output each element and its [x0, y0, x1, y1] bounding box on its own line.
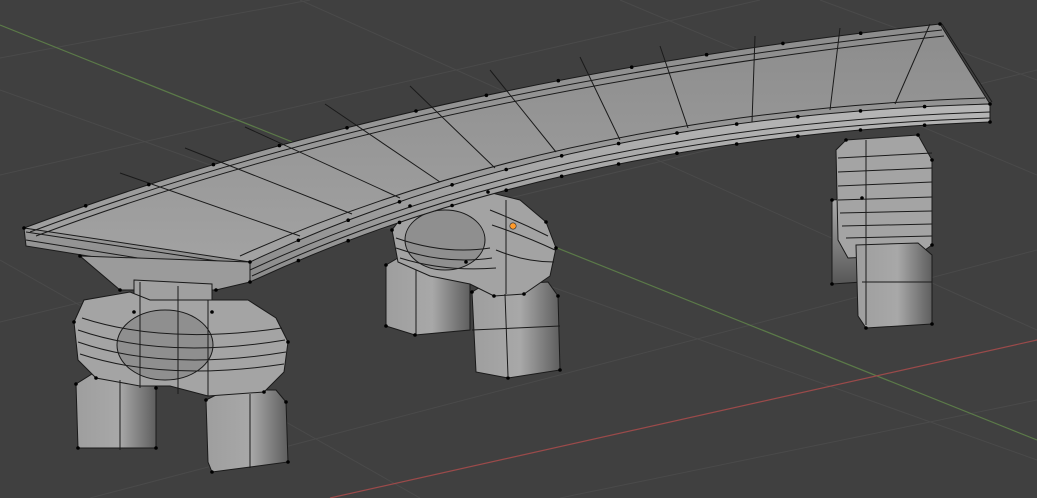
mesh-vertex[interactable] [830, 282, 834, 286]
mesh-vertex[interactable] [72, 320, 76, 324]
mesh-vertex[interactable] [734, 122, 739, 126]
mesh-vertex[interactable] [504, 188, 509, 192]
mesh-vertex[interactable] [132, 310, 136, 314]
mesh-vertex[interactable] [616, 141, 621, 146]
mesh-vertex[interactable] [211, 162, 216, 167]
mesh-vertex[interactable] [154, 386, 158, 390]
mesh-vertex[interactable] [397, 200, 402, 204]
mesh-vertex[interactable] [204, 398, 208, 402]
mesh-vertex[interactable] [930, 243, 934, 247]
mesh-vertex[interactable] [796, 134, 800, 138]
mesh-vertex[interactable] [83, 204, 88, 208]
mesh-vertex[interactable] [346, 218, 351, 222]
mesh-vertex[interactable] [413, 333, 417, 337]
mesh-vertex[interactable] [94, 376, 98, 380]
mesh-vertex[interactable] [147, 182, 151, 187]
mesh-vertex[interactable] [930, 158, 934, 162]
mesh-vertex[interactable] [781, 41, 785, 46]
left-leg[interactable] [73, 255, 289, 473]
mesh-vertex[interactable] [484, 93, 489, 98]
mesh-vertex[interactable] [830, 198, 834, 202]
mesh-vertex[interactable] [864, 326, 868, 330]
mesh-vertex[interactable] [734, 142, 739, 146]
mesh-vertex[interactable] [629, 65, 634, 69]
mesh-vertex[interactable] [504, 167, 509, 172]
mesh-vertex[interactable] [346, 238, 351, 243]
mesh-vertex[interactable] [450, 183, 454, 187]
mesh-vertex[interactable] [930, 322, 934, 326]
mesh-vertex[interactable] [860, 196, 864, 200]
mesh-vertex[interactable] [286, 460, 290, 464]
mesh-vertex[interactable] [408, 204, 412, 208]
mesh-vertex[interactable] [922, 104, 927, 109]
mesh-vertex[interactable] [486, 190, 490, 194]
mesh-vertex[interactable] [397, 220, 402, 225]
mesh-vertex[interactable] [414, 109, 418, 113]
mesh-vertex[interactable] [214, 288, 218, 292]
mesh-vertex[interactable] [470, 290, 474, 294]
mesh-vertex[interactable] [286, 340, 290, 344]
right-leg[interactable] [831, 134, 933, 329]
mesh-vertex[interactable] [558, 368, 562, 372]
mesh-vertex[interactable] [118, 288, 122, 292]
mesh-vertex[interactable] [858, 128, 863, 132]
mesh-vertex[interactable] [78, 254, 82, 258]
mesh-vertex[interactable] [796, 114, 800, 119]
mesh-vertex[interactable] [554, 246, 558, 250]
mesh-vertex[interactable] [858, 109, 863, 113]
mesh-vertex[interactable] [384, 324, 388, 328]
mesh-vertex[interactable] [544, 220, 548, 224]
mesh-vertex[interactable] [675, 131, 679, 135]
mesh-vertex[interactable] [988, 120, 992, 124]
mesh-vertex[interactable] [916, 133, 920, 137]
mesh-vertex[interactable] [248, 280, 252, 284]
mesh-vertex[interactable] [262, 390, 266, 394]
mesh-vertex[interactable] [858, 31, 863, 35]
mesh-vertex[interactable] [284, 400, 288, 404]
3d-viewport[interactable] [0, 0, 1037, 498]
x-axis-line [329, 339, 1037, 498]
mesh-vertex[interactable] [210, 470, 214, 474]
object-origin [509, 222, 517, 230]
mesh-vertex[interactable] [844, 138, 848, 142]
mesh-vertex[interactable] [464, 260, 468, 264]
mesh-vertex[interactable] [154, 446, 158, 450]
mesh-vertex[interactable] [277, 143, 282, 148]
mesh-vertex[interactable] [616, 162, 621, 166]
mesh-vertex[interactable] [988, 102, 992, 106]
mesh-vertex[interactable] [248, 260, 252, 264]
mesh-vertex[interactable] [345, 126, 349, 130]
mesh-vertex[interactable] [76, 446, 80, 450]
mesh-vertex[interactable] [675, 151, 679, 155]
mesh-vertex[interactable] [704, 52, 709, 57]
mesh-vertex[interactable] [506, 376, 510, 380]
mesh-vertex[interactable] [74, 382, 78, 386]
mesh-vertex[interactable] [938, 22, 942, 26]
mesh-vertex[interactable] [522, 292, 526, 296]
mesh-vertex[interactable] [210, 310, 214, 314]
mesh-vertex[interactable] [390, 228, 394, 232]
mesh-vertex[interactable] [450, 203, 454, 208]
mesh-vertex[interactable] [556, 78, 561, 83]
mesh-vertex[interactable] [22, 226, 26, 230]
mesh-vertex[interactable] [556, 294, 560, 298]
mesh-vertex[interactable] [559, 174, 564, 179]
viewport-canvas[interactable] [0, 0, 1037, 498]
mesh-vertex[interactable] [559, 154, 564, 158]
mesh-vertex[interactable] [296, 238, 301, 243]
mesh-vertex[interactable] [922, 123, 927, 127]
mesh-vertex[interactable] [492, 294, 496, 298]
middle-leg[interactable] [385, 191, 561, 379]
mesh-vertex[interactable] [296, 258, 301, 263]
mesh-vertex[interactable] [384, 263, 388, 267]
